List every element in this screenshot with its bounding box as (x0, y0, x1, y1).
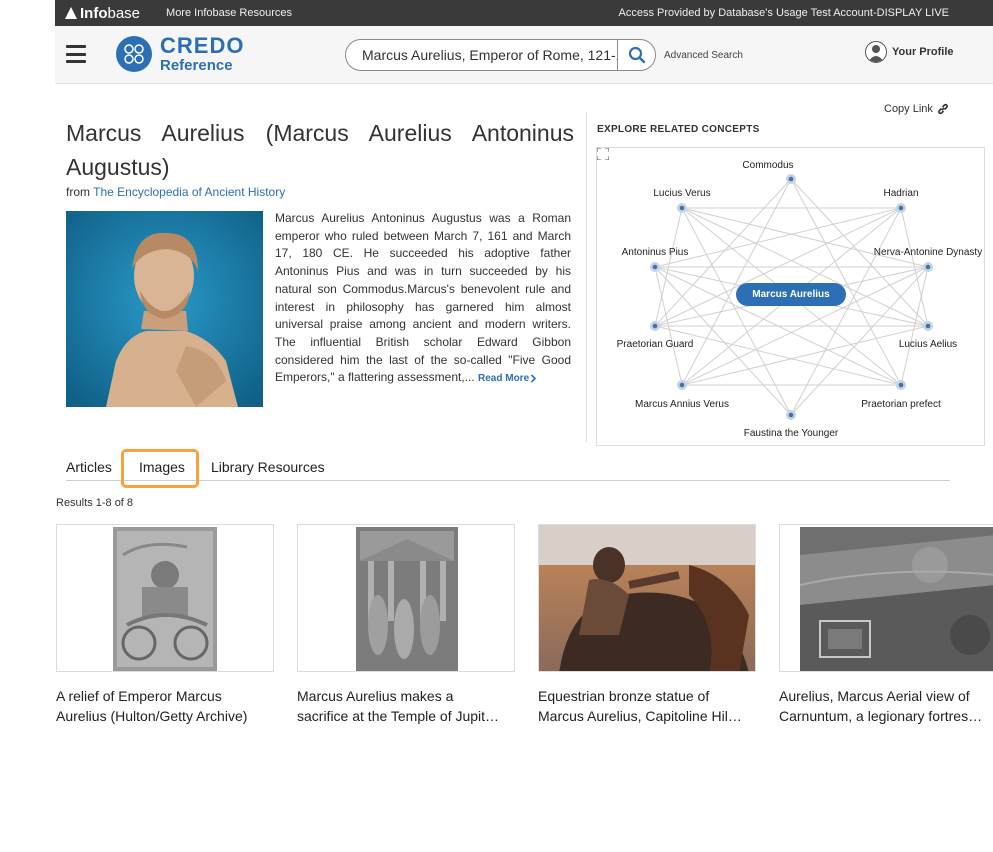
image-card[interactable]: Marcus Aurelius makes a sacrifice at the… (297, 524, 515, 726)
column-divider (586, 112, 587, 442)
credo-logo-icon (116, 36, 152, 72)
source-line: from The Encyclopedia of Ancient History (66, 185, 285, 199)
search-button[interactable] (617, 40, 655, 70)
concept-node-core (925, 264, 931, 270)
concept-edge (681, 207, 792, 416)
concept-node-label[interactable]: Lucius Aelius (899, 339, 957, 350)
image-card[interactable]: Aurelius, Marcus Aerial view of Carnuntu… (779, 524, 993, 726)
logo-credo-text: CREDO (160, 33, 245, 58)
tab-articles[interactable]: Articles (66, 459, 112, 475)
concept-node-core (925, 323, 931, 329)
top-bar: Info base More Infobase Resources Access … (55, 0, 993, 26)
user-avatar-icon (865, 41, 887, 63)
caption-line-1: Equestrian bronze statue of (538, 688, 710, 704)
advanced-search-link[interactable]: Advanced Search (664, 50, 743, 61)
image-caption[interactable]: A relief of Emperor Marcus Aurelius (Hul… (56, 686, 271, 726)
abstract-text: Marcus Aurelius Antoninus Augustus was a… (275, 211, 571, 385)
menu-icon[interactable] (66, 45, 86, 63)
concept-edge (790, 178, 902, 386)
caption-line-2: Carnuntum, a legionary fortres… (779, 708, 983, 724)
concept-node-core (679, 382, 685, 388)
image-thumbnail[interactable] (538, 524, 756, 672)
concept-node-label[interactable]: Praetorian Guard (617, 339, 694, 350)
image-thumbnail[interactable] (56, 524, 274, 672)
tab-library-resources[interactable]: Library Resources (211, 459, 325, 475)
results-count: Results 1-8 of 8 (56, 497, 134, 509)
article-image[interactable] (66, 211, 263, 407)
concept-node-label[interactable]: Faustina the Younger (744, 428, 839, 439)
caption-line-1: Marcus Aurelius makes a (297, 688, 454, 704)
brand-bold: Info (80, 4, 108, 22)
search-input[interactable] (346, 40, 618, 70)
concept-edge (790, 207, 902, 416)
caption-line-1: Aurelius, Marcus Aerial view of (779, 688, 970, 704)
search-icon (628, 46, 645, 64)
source-link[interactable]: The Encyclopedia of Ancient History (93, 185, 285, 199)
expand-icon[interactable] (597, 148, 609, 160)
image-thumbnail[interactable] (779, 524, 993, 672)
caption-line-2: sacrifice at the Temple of Jupit… (297, 708, 500, 724)
site-header: CREDO Reference Advanced Search Your Pro… (55, 26, 993, 84)
image-caption[interactable]: Equestrian bronze statue of Marcus Aurel… (538, 686, 753, 726)
concept-edge (681, 178, 792, 386)
images-tab-highlight (121, 449, 199, 488)
concept-node-core (898, 205, 904, 211)
concept-node-core (652, 323, 658, 329)
image-card[interactable]: A relief of Emperor Marcus Aurelius (Hul… (56, 524, 274, 726)
chevron-right-icon (531, 374, 537, 383)
image-card[interactable]: Equestrian bronze statue of Marcus Aurel… (538, 524, 756, 726)
article-abstract: Marcus Aurelius Antoninus Augustus was a… (275, 210, 571, 388)
access-provided-text: Access Provided by Database's Usage Test… (618, 7, 949, 19)
logo-reference-text: Reference (160, 57, 233, 74)
concept-node-core (788, 412, 794, 418)
credo-logo[interactable]: CREDO Reference (116, 35, 244, 73)
infobase-logo[interactable]: Info base (65, 5, 140, 22)
concept-center-node[interactable]: Marcus Aurelius (736, 283, 846, 306)
concept-node-core (898, 382, 904, 388)
concept-node-label[interactable]: Hadrian (883, 188, 918, 199)
caption-line-2: Aurelius (Hulton/Getty Archive) (56, 708, 248, 724)
concept-node-label[interactable]: Commodus (742, 160, 793, 171)
search-box (345, 39, 656, 71)
copy-link-button[interactable]: Copy Link (884, 103, 949, 115)
image-caption[interactable]: Marcus Aurelius makes a sacrifice at the… (297, 686, 512, 726)
read-more-link[interactable]: Read More (478, 373, 537, 384)
caption-line-1: A relief of Emperor Marcus (56, 688, 222, 704)
more-resources-link[interactable]: More Infobase Resources (166, 7, 292, 19)
concept-graph: Commodus Lucius Verus Hadrian Antoninus Piu… (596, 147, 985, 446)
concept-node-label[interactable]: Praetorian prefect (861, 399, 941, 410)
concept-node-label[interactable]: Lucius Verus (653, 188, 710, 199)
concept-node-label[interactable]: Antoninus Pius (622, 247, 689, 258)
brand-thin: base (107, 4, 141, 22)
profile-button[interactable]: Your Profile (865, 41, 954, 63)
explore-concepts-heading: EXPLORE RELATED CONCEPTS (597, 124, 760, 135)
concept-node-core (788, 176, 794, 182)
image-thumbnail[interactable] (297, 524, 515, 672)
concept-node-label[interactable]: Marcus Annius Verus (635, 399, 729, 410)
profile-label: Your Profile (892, 46, 954, 58)
copy-link-label: Copy Link (884, 103, 933, 115)
concept-node-label[interactable]: Nerva-Antonine Dynasty (874, 247, 982, 258)
image-caption[interactable]: Aurelius, Marcus Aerial view of Carnuntu… (779, 686, 993, 726)
concept-node-core (652, 264, 658, 270)
infobase-logo-icon (65, 7, 77, 19)
concept-node-core (679, 205, 685, 211)
bust-image-graphic (66, 211, 263, 407)
from-prefix: from (66, 185, 90, 199)
link-icon (937, 103, 948, 115)
caption-line-2: Marcus Aurelius, Capitoline Hil… (538, 708, 742, 724)
article-title: Marcus Aurelius (Marcus Aurelius Antonin… (66, 120, 574, 180)
